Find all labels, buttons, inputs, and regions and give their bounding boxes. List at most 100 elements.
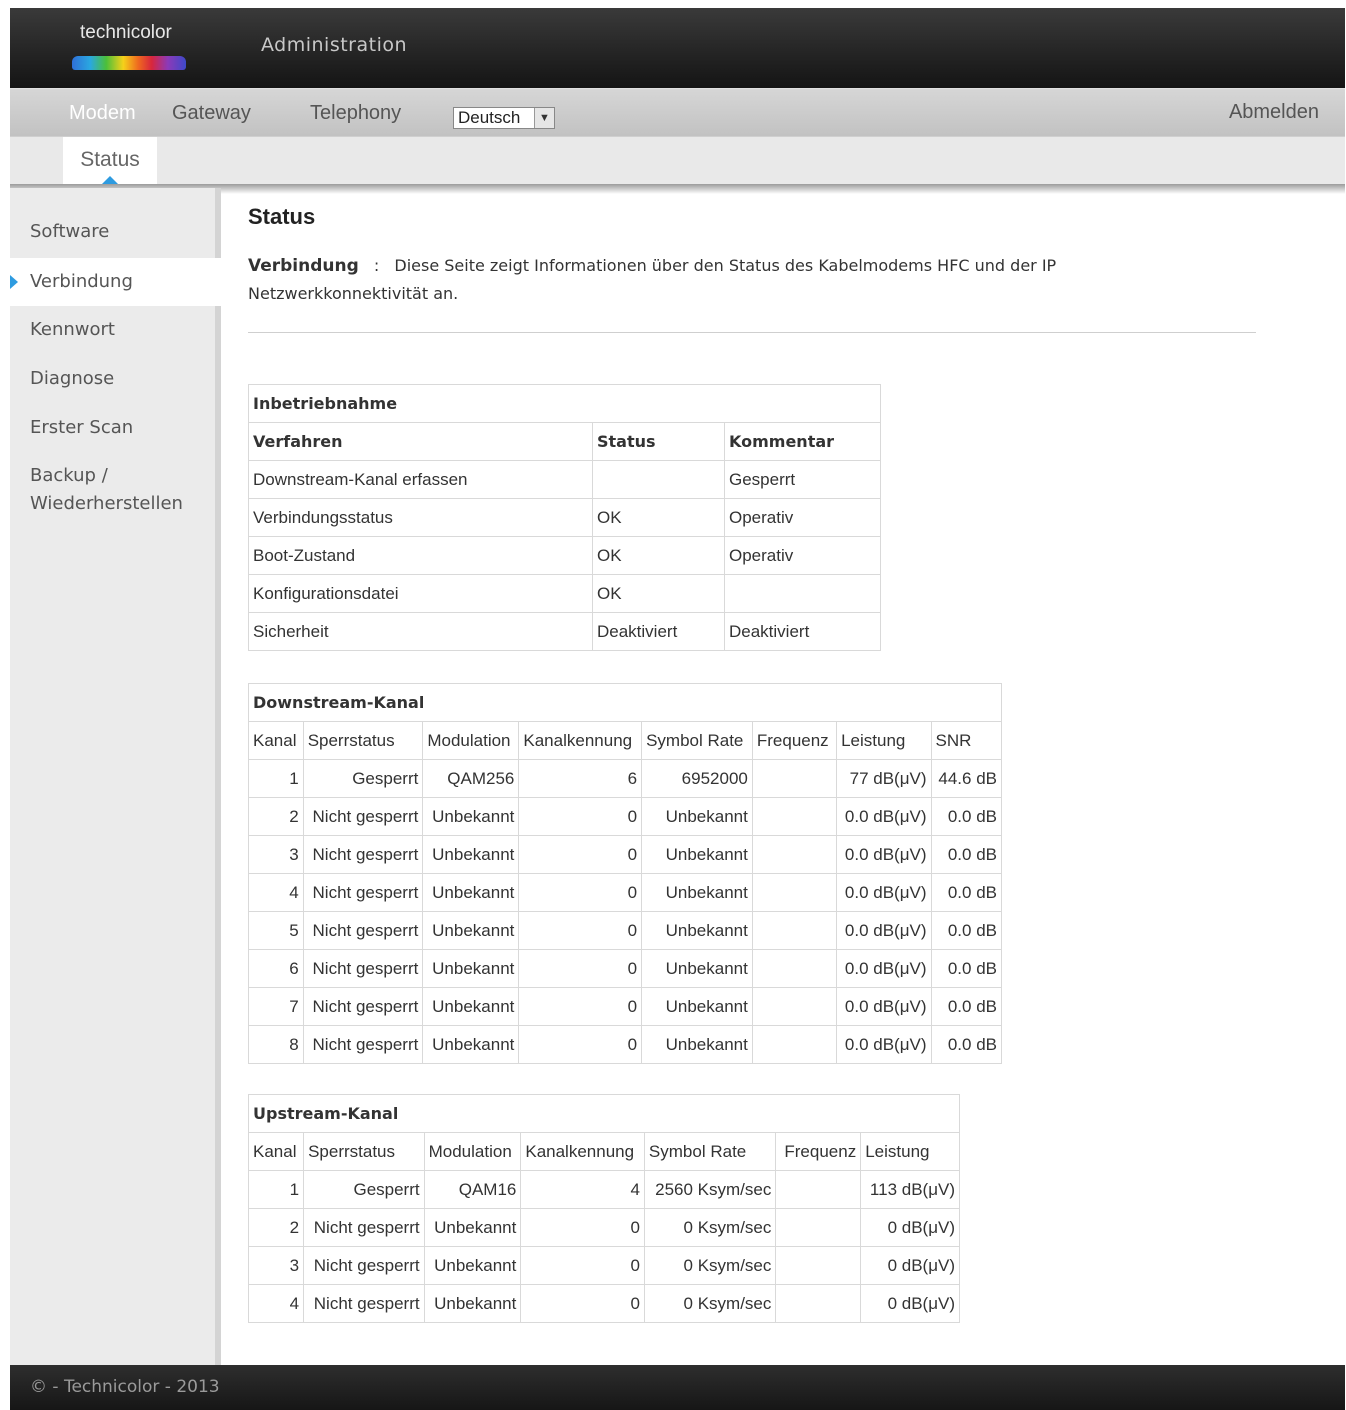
table-cell: Nicht gesperrt [302, 797, 424, 836]
tab-status[interactable]: Status [63, 137, 157, 185]
column-header: Kanal [247, 1132, 305, 1171]
table-cell: Unbekannt [641, 987, 753, 1026]
column-header: Frequenz [775, 1132, 862, 1171]
table-cell: 6952000 [641, 759, 753, 798]
language-select-value: Deutsch [458, 108, 521, 127]
table-cell: Operativ [724, 498, 881, 537]
column-header: Status [592, 422, 725, 461]
table-cell: OK [592, 498, 725, 537]
table-row: 4 Nicht gesperrt Unbekannt 0 Unbekannt 0.0 dB… [248, 873, 1002, 912]
logout-link[interactable]: Abmelden [1229, 101, 1319, 124]
sidebar-item-software[interactable]: Software [10, 218, 221, 246]
table-cell: Boot-Zustand [248, 536, 593, 575]
table-row: Sicherheit Deaktiviert Deaktiviert [248, 612, 881, 651]
table-cell: 0.0 dB(μV) [836, 797, 932, 836]
table-cell: 0 [518, 873, 643, 912]
table-row: 3 Nicht gesperrt Unbekannt 0 0 Ksym/sec 0 dB(… [247, 1246, 960, 1285]
table-cell: Nicht gesperrt [302, 987, 424, 1026]
table-cell: Nicht gesperrt [302, 835, 424, 874]
main-nav: Modem Gateway Telephony Deutsch ▼ Abmeld… [10, 88, 1345, 136]
technicolor-logo[interactable]: technicolor [70, 18, 190, 72]
table-cell [751, 873, 838, 912]
nav-item-gateway[interactable]: Gateway [172, 102, 251, 125]
table-cell: Unbekannt [641, 1025, 753, 1064]
table-row: 4 Nicht gesperrt Unbekannt 0 0 Ksym/sec 0 dB(… [247, 1284, 960, 1323]
column-header: Leistung [860, 1132, 960, 1171]
table-cell: Gesperrt [303, 1170, 425, 1209]
column-header: Symbol Rate [643, 1132, 777, 1171]
table-row: 2 Nicht gesperrt Unbekannt 0 0 Ksym/sec 0 dB(… [247, 1208, 960, 1247]
table-cell: 0 [520, 1208, 645, 1247]
page-description: Verbindung : Diese Seite zeigt Informati… [248, 252, 1148, 307]
table-cell: 2 [248, 797, 304, 836]
table-cell: 0 [518, 797, 643, 836]
table-cell: 3 [248, 835, 304, 874]
table-cell: 0.0 dB [930, 1025, 1002, 1064]
column-header: Sperrstatus [303, 1132, 425, 1171]
table-cell: 0.0 dB(μV) [836, 835, 932, 874]
column-header: Leistung [836, 721, 932, 760]
table-cell: 4 [248, 873, 304, 912]
startup-table: Inbetriebnahme Verfahren Status Kommenta… [248, 384, 881, 651]
sidebar-item-label: Diagnose [30, 368, 115, 389]
column-header: Frequenz [751, 721, 838, 760]
sidebar-item-kennwort[interactable]: Kennwort [10, 316, 221, 344]
description-separator: : [373, 256, 380, 275]
table-cell: Nicht gesperrt [303, 1284, 425, 1323]
table-cell: Unbekannt [641, 835, 753, 874]
table-cell: 6 [248, 949, 304, 988]
table-cell [775, 1246, 862, 1285]
sidebar-item-backup[interactable]: Backup / Wiederherstellen [10, 462, 190, 518]
table-cell: 2560 Ksym/sec [643, 1170, 777, 1209]
table-cell: Unbekannt [423, 1246, 522, 1285]
table-row: 5 Nicht gesperrt Unbekannt 0 Unbekannt 0.0 dB… [248, 911, 1002, 950]
table-cell: 6 [518, 759, 643, 798]
sidebar-item-label: Kennwort [30, 319, 115, 340]
table-cell: Unbekannt [641, 949, 753, 988]
table-row: 6 Nicht gesperrt Unbekannt 0 Unbekannt 0.0 dB… [248, 949, 1002, 988]
table-cell: Unbekannt [423, 1208, 522, 1247]
table-cell [751, 1025, 838, 1064]
nav-item-modem[interactable]: Modem [69, 102, 136, 125]
table-cell: 0.0 dB(μV) [836, 949, 932, 988]
chevron-down-icon[interactable]: ▼ [534, 108, 554, 128]
column-header: Kanalkennung [520, 1132, 645, 1171]
nav-item-telephony[interactable]: Telephony [310, 102, 401, 125]
table-cell: Unbekannt [422, 911, 520, 950]
sidebar-item-label: Verbindung [30, 271, 133, 292]
table-cell: 0 dB(μV) [860, 1246, 960, 1285]
table-caption: Inbetriebnahme [248, 384, 881, 423]
header-bar: technicolor Administration [10, 8, 1345, 88]
sidebar-item-erster-scan[interactable]: Erster Scan [10, 414, 221, 442]
table-cell: 0.0 dB [930, 797, 1002, 836]
sidebar-item-verbindung[interactable]: Verbindung [10, 258, 221, 306]
column-header: Symbol Rate [641, 721, 753, 760]
table-cell: Unbekannt [422, 987, 520, 1026]
table-cell: Gesperrt [724, 460, 881, 499]
column-header: SNR [930, 721, 1002, 760]
table-caption: Upstream-Kanal [248, 1094, 960, 1133]
logo-text: technicolor [80, 22, 172, 43]
table-cell: 0 dB(μV) [860, 1284, 960, 1323]
table-cell: Nicht gesperrt [303, 1208, 425, 1247]
table-cell: Verbindungsstatus [248, 498, 593, 537]
table-cell: Unbekannt [641, 873, 753, 912]
page-frame: technicolor Administration Modem Gateway… [10, 8, 1345, 1410]
sidebar-item-diagnose[interactable]: Diagnose [10, 365, 221, 393]
language-select[interactable]: Deutsch ▼ [453, 107, 555, 129]
table-cell: 3 [247, 1246, 305, 1285]
sub-nav: Status [10, 136, 1345, 185]
table-cell: Unbekannt [422, 797, 520, 836]
column-header: Kanalkennung [518, 721, 643, 760]
table-cell: Deaktiviert [592, 612, 725, 651]
table-cell: Unbekannt [422, 1025, 520, 1064]
table-row: Downstream-Kanal erfassen Gesperrt [248, 460, 881, 499]
table-cell [751, 911, 838, 950]
column-header: Sperrstatus [302, 721, 424, 760]
table-cell: Gesperrt [302, 759, 424, 798]
footer: © - Technicolor - 2013 [10, 1365, 1345, 1410]
table-cell [775, 1284, 862, 1323]
table-cell: 0 Ksym/sec [643, 1284, 777, 1323]
table-cell: 4 [247, 1284, 305, 1323]
table-cell [751, 797, 838, 836]
